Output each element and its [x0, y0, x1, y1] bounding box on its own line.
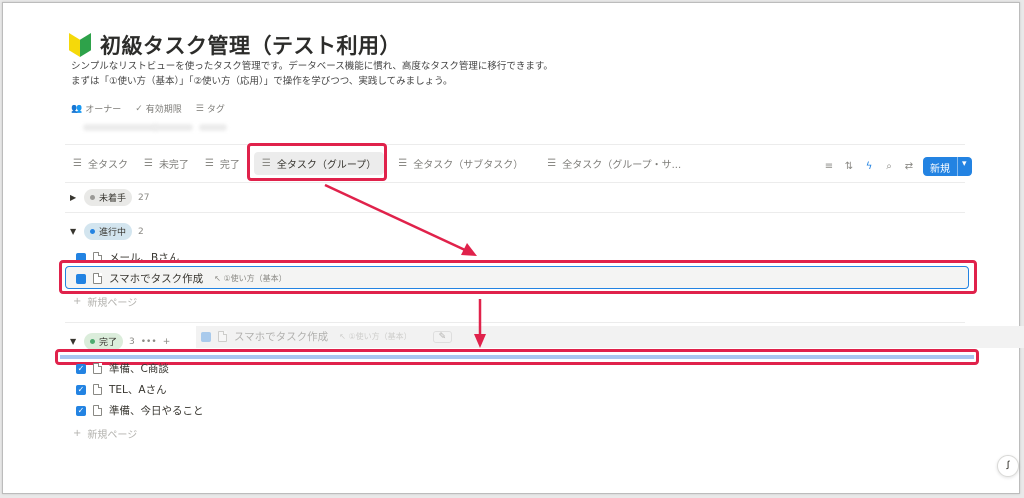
- app-window: 初級タスク管理（テスト利用） シンプルなリストビューを使ったタスク管理です。デー…: [2, 2, 1024, 494]
- help-chat-button[interactable]: ꭍ: [997, 455, 1019, 477]
- annotation-arrows: [324, 183, 486, 348]
- arrow-head: [474, 334, 486, 348]
- arrow-to-dragged-row: [324, 183, 466, 252]
